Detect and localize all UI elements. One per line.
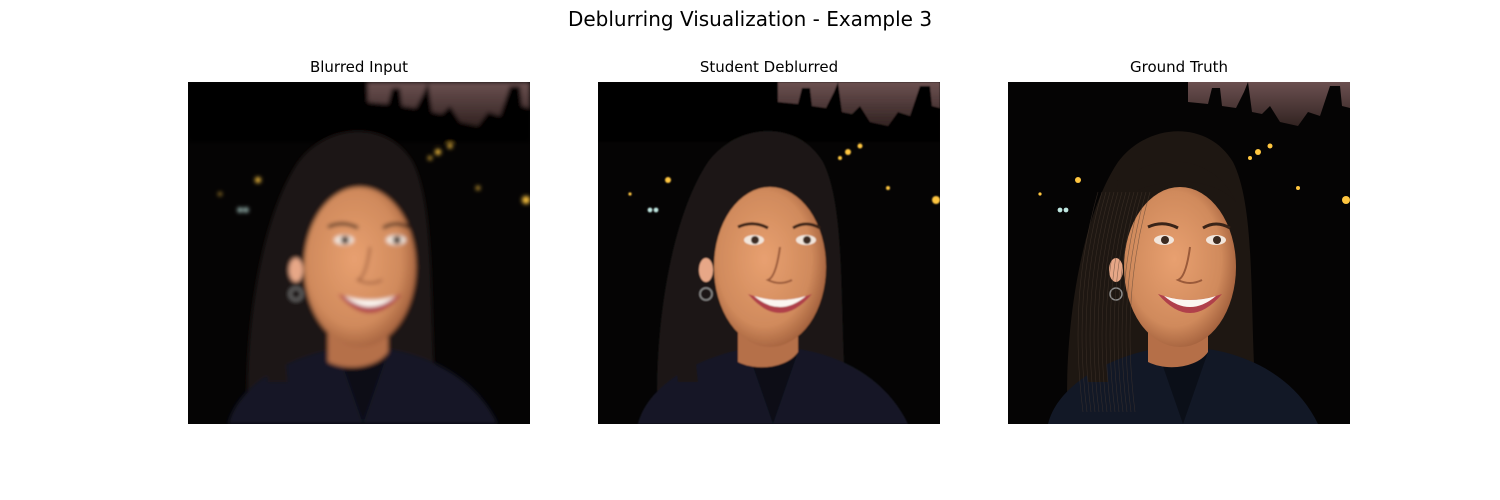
city-light xyxy=(243,207,249,213)
city-light xyxy=(1296,186,1300,190)
ear xyxy=(289,258,303,282)
blurred-input-image xyxy=(188,82,530,424)
city-light xyxy=(857,143,863,149)
student-deblurred-image xyxy=(598,82,940,424)
city-light xyxy=(522,196,530,204)
panel-ground-truth: Ground Truth xyxy=(1008,55,1350,424)
panel-title-blurred-input: Blurred Input xyxy=(309,58,409,76)
face xyxy=(714,187,826,347)
iris-left xyxy=(341,236,349,244)
city-light xyxy=(1057,207,1063,213)
city-light xyxy=(255,177,261,183)
city-light xyxy=(628,192,632,196)
city-light xyxy=(647,207,653,213)
city-light xyxy=(886,186,890,190)
iris-right xyxy=(393,236,401,244)
city-light xyxy=(1255,149,1261,155)
city-light xyxy=(1248,156,1252,160)
ear xyxy=(699,258,713,282)
city-light xyxy=(1075,177,1081,183)
panel-title-student-deblurred: Student Deblurred xyxy=(699,58,839,76)
panel-title-ground-truth: Ground Truth xyxy=(1130,58,1228,76)
city-light xyxy=(1038,192,1042,196)
dark-sky-left xyxy=(598,82,778,142)
panel-blurred-input: Blurred Input xyxy=(188,55,530,424)
iris-left xyxy=(751,236,759,244)
iris-left xyxy=(1161,236,1169,244)
panel-student-deblurred: Student Deblurred xyxy=(598,55,940,424)
city-light xyxy=(838,156,842,160)
city-light xyxy=(1342,196,1350,204)
city-light xyxy=(1267,143,1273,149)
city-light xyxy=(665,177,671,183)
city-light xyxy=(1063,207,1069,213)
iris-right xyxy=(803,236,811,244)
face xyxy=(304,187,416,347)
city-light xyxy=(435,149,441,155)
city-light xyxy=(447,143,453,149)
figure-title: Deblurring Visualization - Example 3 xyxy=(567,7,933,31)
city-light xyxy=(845,149,851,155)
city-light xyxy=(653,207,659,213)
iris-right xyxy=(1213,236,1221,244)
city-light xyxy=(428,156,432,160)
city-light xyxy=(476,186,480,190)
ground-truth-image xyxy=(1008,82,1350,424)
dark-sky-left xyxy=(188,82,368,142)
dark-sky-left xyxy=(1008,82,1188,142)
city-light xyxy=(218,192,222,196)
city-light xyxy=(932,196,940,204)
city-light xyxy=(237,207,243,213)
